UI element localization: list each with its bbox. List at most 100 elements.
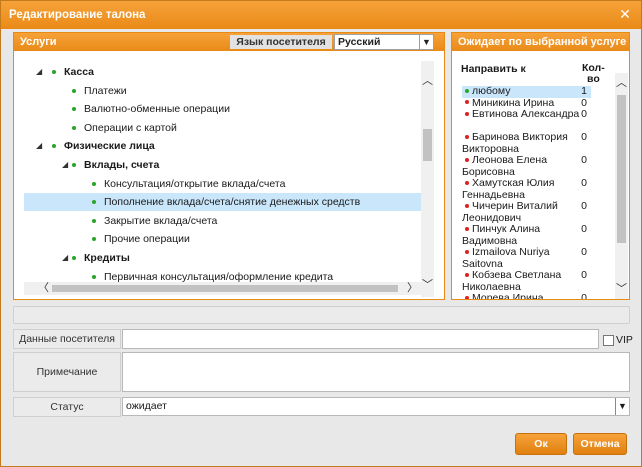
queue-operator-name: Izmailova Nuriya Saitovna xyxy=(462,246,550,270)
services-vertical-scrollbar[interactable]: ︿ ﹀ xyxy=(421,61,434,297)
queue-row[interactable]: Баринова Виктория Викторовна 0 xyxy=(462,131,591,155)
note-textarea[interactable] xyxy=(122,352,630,392)
status-value: ожидает xyxy=(126,400,167,412)
queue-count: 0 xyxy=(581,108,587,120)
queue-operator-name: Баринова Виктория Викторовна xyxy=(462,131,568,155)
queue-row[interactable]: Izmailova Nuriya Saitovna 0 xyxy=(462,246,591,270)
queue-row[interactable]: Леонова Елена Борисовна 0 xyxy=(462,154,591,178)
services-tree-item[interactable]: Пополнение вклада/счета/снятие денежных … xyxy=(24,193,421,212)
queue-operator-name: Кобзева Светлана Николаевна xyxy=(462,269,562,293)
scroll-down-icon[interactable]: ﹀ xyxy=(615,283,628,295)
queue-count: 0 xyxy=(581,223,587,235)
services-tree-item[interactable]: ◢ Кредиты xyxy=(24,249,421,267)
dialog-titlebar: Редактирование талона ✕ xyxy=(1,1,641,29)
queue-vertical-scrollbar[interactable]: ︿ ﹀ xyxy=(615,73,628,299)
queue-count: 0 xyxy=(581,200,587,212)
scroll-up-icon[interactable]: ︿ xyxy=(615,77,628,89)
queue-count: 0 xyxy=(581,269,587,281)
services-tree-item[interactable]: ◢ Вклады, счета xyxy=(24,156,421,174)
queue-panel: Ожидает по выбранной услуге Направить к … xyxy=(451,32,630,300)
queue-row[interactable]: Пинчук Алина Вадимовна 0 xyxy=(462,223,591,247)
scroll-right-icon[interactable]: 〉 xyxy=(407,282,418,294)
status-dot-icon xyxy=(52,144,56,149)
services-tree-item[interactable]: ◢ Касса xyxy=(24,63,421,81)
cancel-button[interactable]: Отмена xyxy=(573,433,627,455)
services-vscroll-thumb[interactable] xyxy=(423,129,432,161)
queue-row[interactable]: Кобзева Светлана Николаевна 0 xyxy=(462,269,591,293)
status-select[interactable]: ожидает ▼ xyxy=(122,397,630,416)
queue-title: Ожидает по выбранной услуге xyxy=(458,36,627,48)
dialog-title: Редактирование талона xyxy=(9,9,146,21)
status-dot-icon xyxy=(465,249,469,254)
queue-count: 0 xyxy=(581,154,587,166)
status-dot-icon xyxy=(72,88,76,93)
status-label: Статус xyxy=(13,397,121,417)
status-dot-icon xyxy=(465,111,469,116)
services-tree-item-label: Консультация/открытие вклада/счета xyxy=(104,177,286,190)
scroll-down-icon[interactable]: ﹀ xyxy=(421,279,434,291)
services-tree-item[interactable]: Консультация/открытие вклада/счета xyxy=(24,175,421,193)
progress-strip xyxy=(13,306,630,324)
visitor-language-select[interactable]: Русский ▼ xyxy=(334,34,434,50)
visitor-data-input[interactable] xyxy=(122,329,599,349)
services-tree-item-label: Валютно-обменные операции xyxy=(84,103,230,116)
queue-count: 0 xyxy=(581,292,587,299)
services-tree-item-label: Прочие операции xyxy=(104,233,190,246)
queue-operator-name: Евтинова Александра xyxy=(472,108,580,120)
services-tree-item-label: Операции с картой xyxy=(84,121,177,134)
services-panel: Услуги Язык посетителя Русский ▼ ◢ Касса П… xyxy=(13,32,445,300)
services-tree-item[interactable]: Операции с картой xyxy=(24,119,421,137)
services-tree-item[interactable]: ◢ Физические лица xyxy=(24,137,421,155)
ok-button[interactable]: Ок xyxy=(515,433,567,455)
column-direct-to: Направить к xyxy=(461,63,526,75)
queue-row[interactable]: Евтинова Александра 0 xyxy=(462,108,591,132)
close-icon[interactable]: ✕ xyxy=(617,6,633,22)
visitor-data-label: Данные посетителя xyxy=(13,329,121,349)
queue-operator-name: Пинчук Алина Вадимовна xyxy=(462,223,541,247)
services-horizontal-scrollbar[interactable]: 〈 〉 xyxy=(24,282,421,295)
queue-row[interactable]: Чичерин Виталий Леонидович 0 xyxy=(462,200,591,224)
expand-toggle-icon[interactable]: ◢ xyxy=(36,63,42,81)
expand-toggle-icon[interactable]: ◢ xyxy=(36,137,42,155)
status-dot-icon xyxy=(52,70,56,74)
status-dot-icon xyxy=(72,125,76,130)
services-title: Услуги xyxy=(20,36,57,48)
services-tree-item-label: Физические лица xyxy=(64,140,155,153)
status-dot-icon xyxy=(92,181,96,186)
visitor-language-label: Язык посетителя xyxy=(230,35,332,49)
expand-toggle-icon[interactable]: ◢ xyxy=(62,156,68,174)
services-tree-item[interactable]: Закрытие вклада/счета xyxy=(24,212,421,230)
edit-ticket-dialog: Редактирование талона ✕ Услуги Язык посе… xyxy=(0,0,642,467)
queue-count: 0 xyxy=(581,246,587,258)
queue-count: 1 xyxy=(581,86,587,97)
scroll-left-icon[interactable]: 〈 xyxy=(38,282,49,294)
status-dot-icon xyxy=(465,157,469,162)
status-dot-icon xyxy=(92,218,96,223)
status-dot-icon xyxy=(92,200,96,205)
vip-checkbox[interactable] xyxy=(603,335,614,346)
services-tree-item[interactable]: Прочие операции xyxy=(24,230,421,248)
chevron-down-icon[interactable]: ▼ xyxy=(419,35,433,49)
queue-panel-header: Ожидает по выбранной услуге xyxy=(452,33,629,51)
status-dot-icon xyxy=(465,203,469,208)
note-label: Примечание xyxy=(13,352,121,392)
scroll-up-icon[interactable]: ︿ xyxy=(421,75,434,87)
expand-toggle-icon[interactable]: ◢ xyxy=(62,249,68,267)
queue-row[interactable]: Хамутская Юлия Геннадьевна 0 xyxy=(462,177,591,201)
queue-vscroll-thumb[interactable] xyxy=(617,95,626,243)
status-dot-icon xyxy=(92,274,96,279)
services-tree-item-label: Платежи xyxy=(84,84,127,97)
queue-operator-name: Миникина Ирина xyxy=(472,96,555,109)
services-tree-item-label: Касса xyxy=(64,66,95,78)
services-tree-item-label: Вклады, счета xyxy=(84,159,160,171)
services-tree: ◢ Касса Платежи Валютно-обменные операции Оп… xyxy=(24,61,421,297)
status-dot-icon xyxy=(465,88,469,93)
queue-operator-name: Чичерин Виталий Леонидович xyxy=(462,200,558,224)
services-tree-item[interactable]: Платежи xyxy=(24,82,421,100)
chevron-down-icon[interactable]: ▼ xyxy=(615,398,629,415)
queue-row[interactable]: Морева Ирина Владимировна 0 xyxy=(462,292,591,299)
services-hscroll-thumb[interactable] xyxy=(52,285,398,292)
services-tree-item[interactable]: Валютно-обменные операции xyxy=(24,100,421,118)
queue-count: 0 xyxy=(581,131,587,143)
queue-operator-name: Хамутская Юлия Геннадьевна xyxy=(462,177,555,201)
